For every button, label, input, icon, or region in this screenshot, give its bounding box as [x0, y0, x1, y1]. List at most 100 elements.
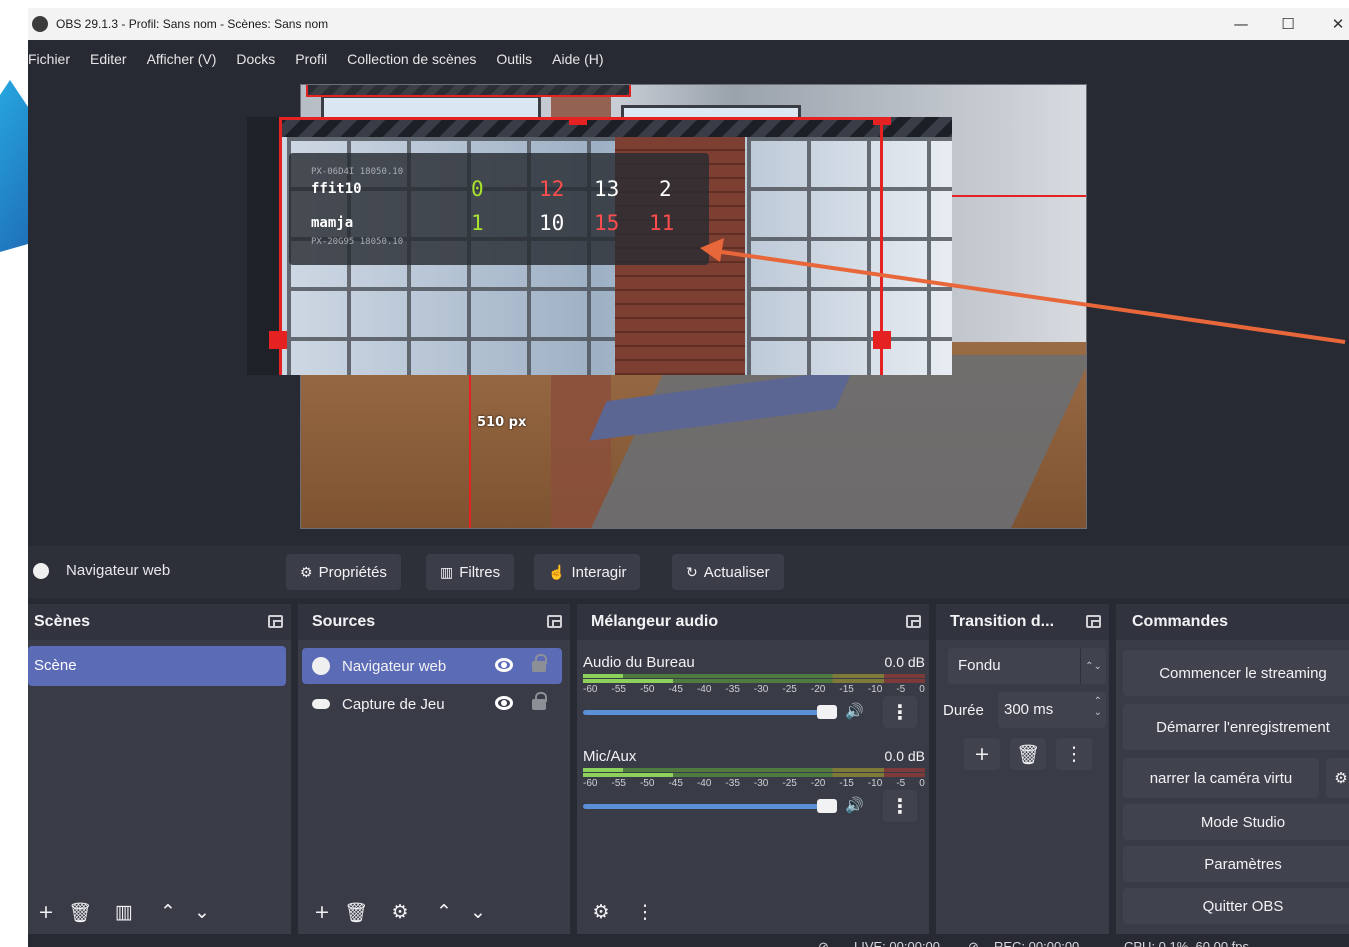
window-title: OBS 29.1.3 - Profil: Sans nom - Scènes: …: [56, 17, 329, 31]
move-up-icon[interactable]: ⌃: [152, 896, 184, 928]
transition-menu-button[interactable]: ⋮: [1056, 738, 1092, 770]
rec-status: REC: 00:00:00: [994, 939, 1080, 947]
start-virtual-camera-button[interactable]: narrer la caméra virtu: [1123, 758, 1319, 798]
menu-docks[interactable]: Docks: [226, 48, 285, 72]
mixer-channels: Audio du Bureau 0.0 dB -60 -55 -50 -45 -40 -3…: [577, 640, 929, 934]
refresh-icon: ↻: [686, 563, 698, 580]
volume-slider[interactable]: [583, 799, 837, 813]
gamepad-icon: [312, 699, 330, 709]
close-button[interactable]: ✕: [1318, 12, 1349, 36]
properties-label: Propriétés: [318, 563, 387, 581]
live-status-icon: ⊘: [818, 939, 829, 947]
filters-button[interactable]: ▥ Filtres: [426, 554, 515, 590]
menu-profil[interactable]: Profil: [285, 48, 337, 72]
start-streaming-button[interactable]: Commencer le streaming: [1123, 650, 1349, 696]
lock-icon[interactable]: [532, 654, 547, 672]
menu-collection-scenes[interactable]: Collection de scènes: [337, 48, 486, 72]
selected-source-name: Navigateur web: [66, 562, 171, 579]
scenes-dock: Scènes Scène + 🗑 ▥ ⌃ ⌄: [28, 604, 291, 934]
trash-icon[interactable]: 🗑: [340, 896, 372, 928]
dimension-label: 510 px: [477, 415, 527, 430]
speaker-icon[interactable]: 🔊: [845, 702, 864, 720]
undock-icon[interactable]: [906, 615, 921, 628]
resize-handle[interactable]: [873, 117, 891, 125]
add-source-button[interactable]: +: [306, 896, 338, 928]
virtual-camera-gear-icon[interactable]: ⚙: [1326, 758, 1349, 798]
controls-dock: Commandes Commencer le streaming Démarre…: [1116, 604, 1349, 934]
gear-icon: ⚙: [300, 563, 313, 580]
transition-title: Transition d...: [950, 613, 1055, 630]
duration-value: 300 ms: [1004, 701, 1054, 718]
gear-icon[interactable]: ⚙: [384, 896, 416, 928]
channel-menu-button[interactable]: ⋮: [883, 790, 917, 822]
source-toolbar: Navigateur web ⚙ Propriétés ▥ Filtres ☝ …: [28, 546, 1349, 598]
start-recording-button[interactable]: Démarrer l'enregistrement: [1123, 704, 1349, 750]
channel-menu-button[interactable]: ⋮: [883, 696, 917, 728]
controls-body: Commencer le streaming Démarrer l'enregi…: [1116, 640, 1349, 934]
studio-mode-button[interactable]: Mode Studio: [1123, 804, 1349, 840]
menu-outils[interactable]: Outils: [486, 48, 542, 72]
scene-filters-icon[interactable]: ▥: [108, 896, 140, 928]
trash-icon[interactable]: 🗑: [64, 896, 96, 928]
move-down-icon[interactable]: ⌄: [462, 896, 494, 928]
duration-spinbox[interactable]: 300 ms ⌃ ⌄: [998, 692, 1106, 728]
move-down-icon[interactable]: ⌄: [186, 896, 218, 928]
slider-handle[interactable]: [817, 705, 837, 719]
transition-toolbar: + 🗑 ⋮: [964, 738, 1102, 770]
settings-button[interactable]: Paramètres: [1123, 846, 1349, 882]
menu-aide[interactable]: Aide (H): [542, 48, 613, 72]
scenes-toolbar: + 🗑 ▥ ⌃ ⌄: [30, 894, 220, 930]
mixer-menu-button[interactable]: ⋮: [629, 896, 661, 928]
audio-mixer-dock: Mélangeur audio Audio du Bureau 0.0 dB -…: [577, 604, 929, 934]
volume-slider[interactable]: [583, 705, 837, 719]
status-bar: ⊘ LIVE: 00:00:00 ⊘ REC: 00:00:00 CPU: 0.…: [28, 938, 1349, 947]
undock-icon[interactable]: [268, 615, 283, 628]
undock-icon[interactable]: [1086, 615, 1101, 628]
cpu-fps-status: CPU: 0.1%, 60.00 fps: [1124, 939, 1250, 947]
selection-top-edge[interactable]: [306, 85, 631, 97]
source-item[interactable]: Capture de Jeu: [302, 686, 562, 722]
add-transition-button[interactable]: +: [964, 738, 1000, 770]
interact-label: Interagir: [571, 563, 627, 581]
menu-editer[interactable]: Editer: [80, 48, 137, 72]
minimize-button[interactable]: —: [1221, 12, 1261, 36]
add-scene-button[interactable]: +: [30, 896, 62, 928]
sources-dock-header: Sources: [298, 604, 570, 640]
channel-db: 0.0 dB: [884, 748, 925, 764]
speaker-icon[interactable]: 🔊: [845, 796, 864, 814]
scene-item[interactable]: Scène: [28, 646, 286, 686]
menu-afficher[interactable]: Afficher (V): [137, 48, 227, 72]
transition-body: Fondu ⌃⌄ Durée 300 ms ⌃ ⌄ + 🗑 ⋮: [936, 640, 1109, 934]
visibility-eye-icon[interactable]: [495, 696, 513, 710]
maximize-button[interactable]: ☐: [1268, 12, 1308, 36]
move-up-icon[interactable]: ⌃: [428, 896, 460, 928]
live-status: LIVE: 00:00:00: [854, 939, 941, 947]
menu-fichier[interactable]: Fichier: [28, 48, 80, 72]
spin-arrows-icon[interactable]: ⌃ ⌄: [1094, 696, 1102, 718]
trash-icon[interactable]: 🗑: [1010, 738, 1046, 770]
filter-icon: ▥: [440, 563, 454, 580]
sources-dock: Sources Navigateur web Capture de Jeu + …: [298, 604, 570, 934]
visibility-eye-icon[interactable]: [495, 658, 513, 672]
undock-icon[interactable]: [547, 615, 562, 628]
source-label: Navigateur web: [342, 657, 447, 675]
title-bar: OBS 29.1.3 - Profil: Sans nom - Scènes: …: [28, 8, 1349, 40]
resize-handle[interactable]: [569, 117, 587, 125]
properties-button[interactable]: ⚙ Propriétés: [286, 554, 401, 590]
slider-handle[interactable]: [817, 799, 837, 813]
refresh-button[interactable]: ↻ Actualiser: [672, 554, 784, 590]
interact-button[interactable]: ☝ Interagir: [534, 554, 641, 590]
lock-icon[interactable]: [532, 692, 547, 710]
transition-type: Fondu: [958, 657, 1001, 674]
resize-handle[interactable]: [269, 331, 287, 349]
scenes-dock-header: Scènes: [28, 604, 291, 640]
exit-button[interactable]: Quitter OBS: [1123, 888, 1349, 924]
source-item[interactable]: Navigateur web: [302, 648, 562, 684]
sources-title: Sources: [312, 613, 376, 630]
advanced-audio-gear-icon[interactable]: ⚙: [585, 896, 617, 928]
globe-icon: [312, 657, 330, 675]
volume-meter: [583, 674, 925, 684]
transition-select[interactable]: Fondu ⌃⌄: [948, 648, 1106, 684]
selection-guide-vertical: [469, 375, 471, 528]
mixer-dock-header: Mélangeur audio: [577, 604, 929, 640]
